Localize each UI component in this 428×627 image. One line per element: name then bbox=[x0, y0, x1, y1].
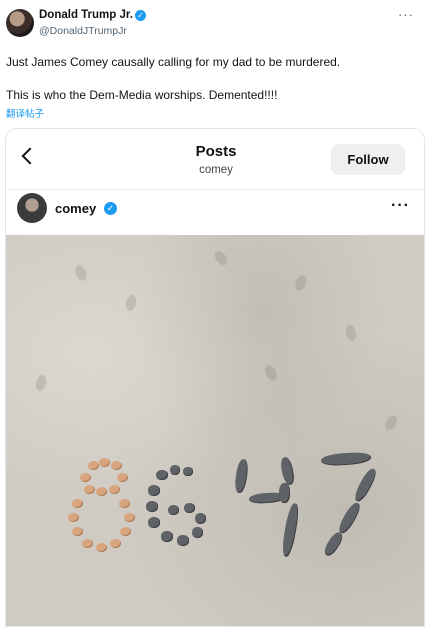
stone bbox=[321, 530, 346, 558]
stone bbox=[148, 485, 160, 496]
stone bbox=[233, 458, 250, 494]
shell bbox=[72, 527, 83, 536]
follow-button[interactable]: Follow bbox=[331, 144, 405, 175]
stone bbox=[192, 527, 203, 538]
more-options-icon[interactable]: ··· bbox=[398, 7, 414, 22]
shell bbox=[120, 527, 131, 536]
shell bbox=[96, 487, 107, 496]
footprint bbox=[344, 324, 358, 342]
author-avatar[interactable] bbox=[6, 9, 34, 37]
stone bbox=[280, 502, 301, 558]
footprint bbox=[293, 273, 309, 293]
author-name[interactable]: Donald Trump Jr. bbox=[39, 9, 133, 21]
header-divider bbox=[6, 189, 424, 190]
shell bbox=[111, 461, 122, 470]
stone bbox=[168, 505, 179, 515]
translate-post-link[interactable]: 翻译帖子 bbox=[6, 106, 44, 120]
comey-avatar[interactable] bbox=[17, 193, 47, 223]
stone bbox=[320, 451, 372, 467]
footprint bbox=[73, 263, 89, 283]
stone bbox=[352, 466, 379, 504]
shell bbox=[119, 499, 130, 508]
shell bbox=[82, 539, 93, 548]
stone bbox=[146, 501, 158, 512]
embedded-screenshot-card[interactable]: Posts comey Follow comey ✓ ··· bbox=[5, 128, 425, 627]
stone bbox=[279, 456, 296, 486]
stone bbox=[170, 465, 180, 475]
sand-photo bbox=[6, 235, 424, 626]
tweet: Donald Trump Jr. ✓ @DonaldJTrumpJr ··· J… bbox=[0, 0, 428, 627]
shell bbox=[68, 513, 79, 522]
verified-badge-icon: ✓ bbox=[135, 10, 146, 21]
shell bbox=[117, 473, 128, 482]
post-more-options-icon[interactable]: ··· bbox=[391, 197, 410, 215]
shell bbox=[72, 499, 83, 508]
footprint bbox=[263, 363, 279, 383]
stone bbox=[195, 513, 206, 524]
footprint bbox=[34, 373, 48, 393]
stone bbox=[184, 503, 195, 513]
stone bbox=[336, 500, 363, 536]
stone bbox=[177, 535, 189, 546]
stone bbox=[183, 467, 193, 476]
shell bbox=[110, 539, 121, 548]
shell bbox=[109, 485, 120, 494]
tweet-text-line-1: Just James Comey causally calling for my… bbox=[6, 55, 341, 69]
shell bbox=[96, 543, 107, 552]
shell bbox=[124, 513, 135, 522]
comey-verified-icon: ✓ bbox=[104, 202, 117, 215]
shell bbox=[80, 473, 91, 482]
stone bbox=[148, 517, 160, 528]
stone bbox=[161, 531, 173, 542]
comey-account-name[interactable]: comey bbox=[55, 201, 96, 216]
footprint bbox=[382, 413, 400, 433]
shell bbox=[99, 458, 110, 467]
stone bbox=[279, 483, 290, 503]
footprint bbox=[124, 294, 138, 312]
shell bbox=[84, 485, 95, 494]
shell bbox=[88, 461, 99, 470]
stone bbox=[156, 470, 168, 480]
footprint bbox=[212, 248, 230, 268]
author-handle[interactable]: @DonaldJTrumpJr bbox=[39, 25, 127, 37]
tweet-text-line-2: This is who the Dem-Media worships. Deme… bbox=[6, 88, 278, 102]
